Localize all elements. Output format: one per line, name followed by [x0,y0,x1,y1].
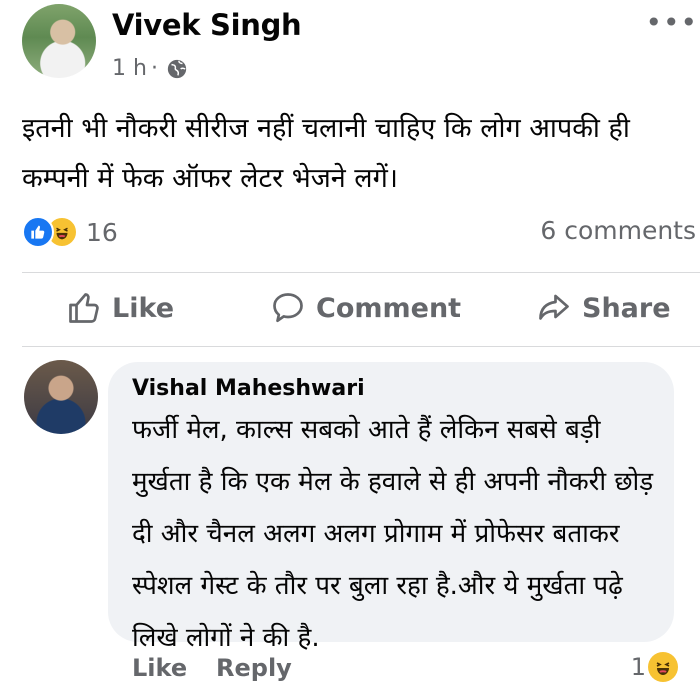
thumbs-up-icon [69,293,99,323]
author-avatar[interactable] [22,4,96,78]
comment-reply-button[interactable]: Reply [216,654,292,682]
comment-label: Comment [316,292,462,324]
reaction-summary[interactable]: 16 [22,216,118,248]
facebook-post: Vivek Singh 1 h · ••• इतनी भी नौकरी सीरी… [0,0,700,686]
more-options-icon[interactable]: ••• [645,6,698,39]
reaction-count: 16 [86,217,118,247]
like-label: Like [112,292,175,324]
commenter-name[interactable]: Vishal Maheshwari [132,376,365,401]
commenter-avatar[interactable] [24,360,98,434]
like-icon [22,216,54,248]
like-button[interactable]: Like [66,290,174,326]
comment-button[interactable]: Comment [270,290,461,326]
comment-count[interactable]: 6 comments [540,216,696,245]
comment-text: फर्जी मेल, काल्स सबको आते हैं लेकिन सबसे… [132,415,654,653]
comment-bubble-icon [273,293,303,323]
share-arrow-icon [539,294,569,320]
author-name[interactable]: Vivek Singh [112,8,302,42]
comment-like-button[interactable]: Like [132,654,187,682]
comment-reaction-count: 1 [630,653,646,681]
share-button[interactable]: Share [536,290,671,326]
globe-icon [167,59,187,78]
post-text: इतनी भी नौकरी सीरीज नहीं चलानी चाहिए कि … [22,113,630,194]
haha-icon [648,652,678,682]
post-time[interactable]: 1 h [112,56,147,81]
post-meta: 1 h · [112,56,188,81]
divider [22,272,700,273]
divider [22,346,700,347]
share-label: Share [582,292,671,324]
meta-separator: · [150,56,158,81]
comment-reaction-summary[interactable]: 1 [631,652,678,682]
